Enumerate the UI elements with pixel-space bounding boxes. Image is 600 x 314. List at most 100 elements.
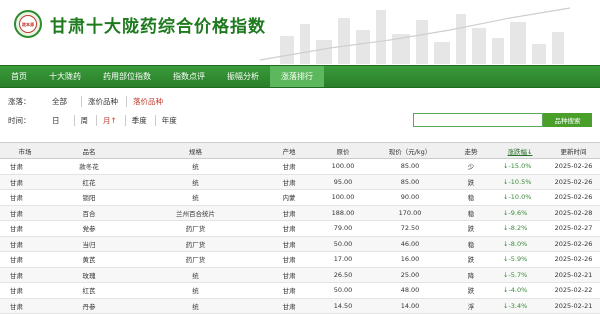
cell-price: 90.00: [371, 189, 449, 206]
cell-change: ↓-4.0%: [493, 282, 547, 299]
cell-name: 锁阳: [50, 189, 128, 206]
search-button[interactable]: 品种搜索: [543, 113, 592, 127]
time-year[interactable]: 年度: [154, 115, 177, 126]
time-week[interactable]: 周: [73, 115, 88, 126]
cell-updated: 2025-02-22: [547, 282, 600, 299]
cell-updated: 2025-02-26: [547, 174, 600, 190]
cell-name: 红花: [50, 174, 128, 190]
time-month[interactable]: 月↑: [96, 115, 117, 126]
col-origin: 产地: [263, 142, 315, 159]
type-falling[interactable]: 落价品种: [126, 96, 163, 107]
cell-price: 72.50: [371, 220, 449, 237]
cell-price: 85.00: [371, 158, 449, 175]
cell-old-price: 14.50: [315, 298, 371, 314]
nav-amplitude[interactable]: 振幅分析: [216, 66, 270, 87]
cell-old-price: 50.00: [315, 282, 371, 299]
cell-origin: 甘肃: [263, 267, 315, 283]
cell-origin: 甘肃: [263, 158, 315, 175]
type-rising[interactable]: 涨价品种: [81, 96, 118, 107]
cell-name: 红芪: [50, 282, 128, 299]
cell-market: 甘肃: [0, 236, 50, 252]
cell-spec: 兰州百合统片: [128, 205, 263, 221]
time-day[interactable]: 日: [52, 115, 60, 126]
cell-origin: 甘肃: [263, 174, 315, 190]
type-all[interactable]: 全部: [52, 96, 67, 107]
cell-name: 党参: [50, 220, 128, 237]
col-change-sort[interactable]: 涨跌幅↓: [493, 142, 547, 159]
search-input[interactable]: [413, 113, 543, 127]
cell-price: 170.00: [371, 205, 449, 221]
cell-change: ↓-15.0%: [493, 158, 547, 175]
header: 陇本源 甘肃十大陇药综合价格指数: [0, 0, 600, 64]
table-header-row: 市场 品名 规格 产地 原价 现价（元/kg） 走势 涨跌幅↓ 更新时间: [0, 142, 600, 159]
table-row: 甘肃 红芪统甘肃 50.00 48.00 跌 ↓-4.0% 2025-02-22: [0, 282, 600, 299]
cell-updated: 2025-02-21: [547, 267, 600, 283]
cell-market: 甘肃: [0, 251, 50, 268]
cell-updated: 2025-02-21: [547, 298, 600, 314]
cell-spec: 统: [128, 174, 263, 190]
cell-price: 14.00: [371, 298, 449, 314]
cell-name: 百合: [50, 205, 128, 221]
nav-part-index[interactable]: 药用部位指数: [92, 66, 162, 87]
cell-trend: 跌: [449, 174, 493, 190]
cell-old-price: 50.00: [315, 236, 371, 252]
cell-change: ↓-10.0%: [493, 189, 547, 206]
cell-trend: 浮: [449, 298, 493, 314]
cell-market: 甘肃: [0, 189, 50, 206]
cell-trend: 跌: [449, 251, 493, 268]
cell-market: 甘肃: [0, 174, 50, 190]
nav-index-review[interactable]: 指数点评: [162, 66, 216, 87]
cell-change: ↓-3.4%: [493, 298, 547, 314]
logo-text: 陇本源: [19, 15, 37, 33]
cell-price: 46.00: [371, 236, 449, 252]
cell-market: 甘肃: [0, 205, 50, 221]
table-row: 甘肃 款冬花统甘肃 100.00 85.00 少 ↓-15.0% 2025-02-26: [0, 158, 600, 175]
cell-trend: 跌: [449, 220, 493, 237]
nav-home[interactable]: 首页: [0, 66, 38, 87]
cell-spec: 统: [128, 158, 263, 175]
cell-updated: 2025-02-26: [547, 251, 600, 268]
cell-spec: 统: [128, 282, 263, 299]
cell-trend: 少: [449, 158, 493, 175]
time-quarter[interactable]: 季度: [124, 115, 147, 126]
cell-spec: 统: [128, 267, 263, 283]
cell-updated: 2025-02-26: [547, 236, 600, 252]
main-nav: 首页 十大陇药 药用部位指数 指数点评 振幅分析 涨落排行: [0, 65, 600, 88]
cell-trend: 降: [449, 267, 493, 283]
ranking-table: 市场 品名 规格 产地 原价 现价（元/kg） 走势 涨跌幅↓ 更新时间 甘肃款…: [0, 142, 600, 314]
cell-market: 甘肃: [0, 282, 50, 299]
cell-spec: 统: [128, 189, 263, 206]
cell-name: 当归: [50, 236, 128, 252]
cell-origin: 甘肃: [263, 236, 315, 252]
cell-name: 丹参: [50, 298, 128, 314]
cell-old-price: 100.00: [315, 189, 371, 206]
cell-old-price: 100.00: [315, 158, 371, 175]
cell-price: 85.00: [371, 174, 449, 190]
cell-price: 48.00: [371, 282, 449, 299]
col-spec: 规格: [128, 142, 263, 159]
filter-panel: 涨落： 全部 涨价品种 落价品种 时间： 日 周 月↑ 季度 年度 品种搜索: [0, 88, 600, 144]
cell-market: 甘肃: [0, 298, 50, 314]
nav-ranking[interactable]: 涨落排行: [270, 66, 324, 87]
cell-origin: 甘肃: [263, 298, 315, 314]
logo[interactable]: 陇本源: [14, 10, 42, 38]
cell-market: 甘肃: [0, 267, 50, 283]
cell-trend: 稳: [449, 236, 493, 252]
cell-change: ↓-5.9%: [493, 251, 547, 268]
cell-name: 黄芪: [50, 251, 128, 268]
time-filter-label: 时间：: [8, 116, 31, 125]
cell-price: 25.00: [371, 267, 449, 283]
nav-top-ten[interactable]: 十大陇药: [38, 66, 92, 87]
table-row: 甘肃 当归 药厂货 甘肃 50.00 46.00 稳 ↓-8.0% 2025-02-26: [0, 236, 600, 252]
cell-spec: 药厂货: [128, 220, 263, 237]
cell-origin: 甘肃: [263, 205, 315, 221]
cell-change: ↓-9.6%: [493, 205, 547, 221]
cell-updated: 2025-02-26: [547, 158, 600, 175]
cell-updated: 2025-02-28: [547, 205, 600, 221]
col-price: 现价（元/kg）: [371, 142, 449, 159]
cell-spec: 药厂货: [128, 251, 263, 268]
cell-updated: 2025-02-26: [547, 189, 600, 206]
cell-change: ↓-10.5%: [493, 174, 547, 190]
cell-origin: 内蒙: [263, 189, 315, 206]
cell-origin: 甘肃: [263, 220, 315, 237]
